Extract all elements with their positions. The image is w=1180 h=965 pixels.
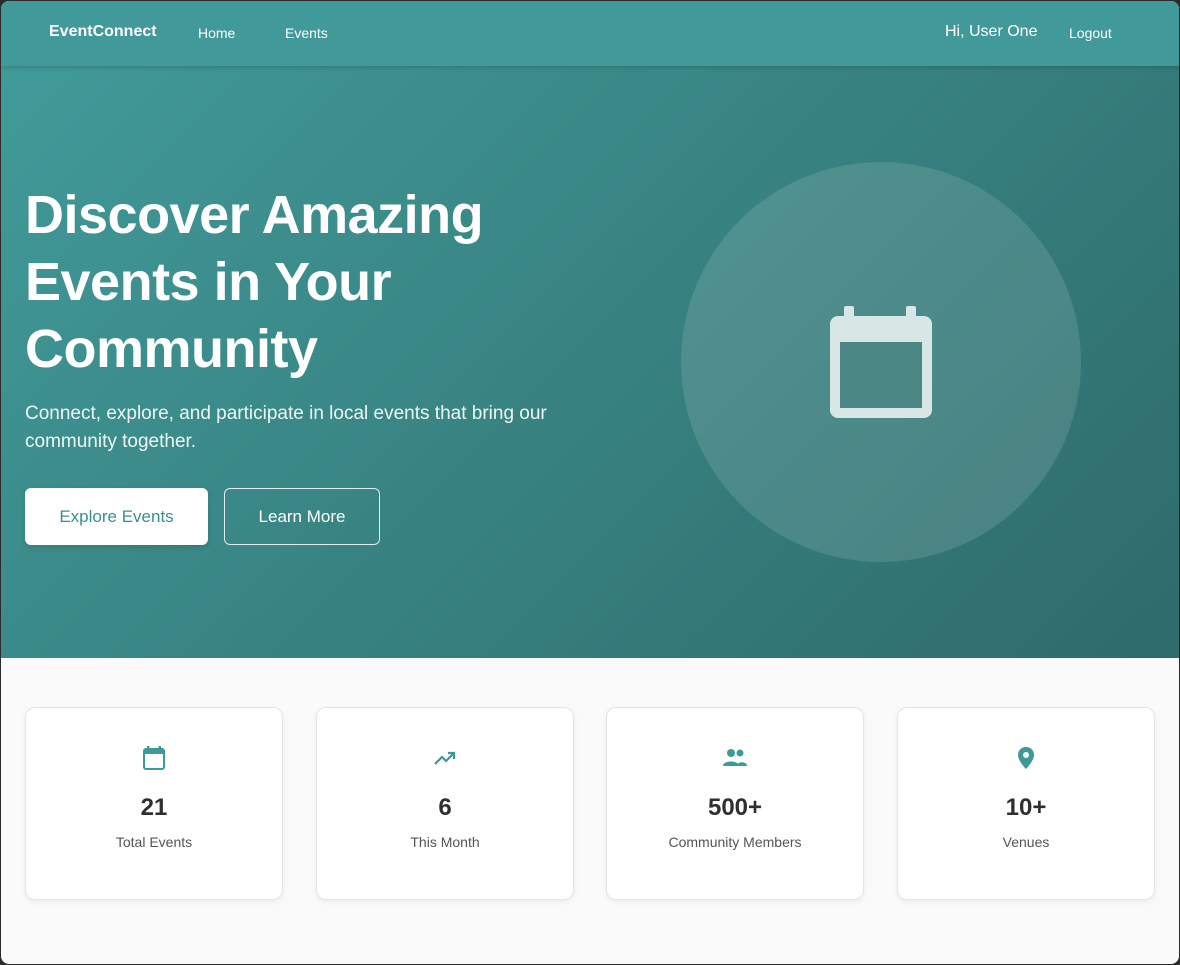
- calendar-icon: [830, 306, 932, 418]
- hero-subtitle: Connect, explore, and participate in loc…: [25, 403, 547, 452]
- calendar-icon: [143, 746, 165, 770]
- stat-value: 500+: [707, 794, 763, 821]
- learn-more-button[interactable]: Learn More: [224, 488, 380, 545]
- stat-card-venues: 10+ Venues: [897, 707, 1155, 900]
- stat-label: Community Members: [668, 834, 802, 850]
- stat-card-this-month: 6 This Month: [316, 707, 574, 900]
- people-icon: [723, 749, 747, 766]
- logout-button[interactable]: Logout: [1069, 25, 1112, 41]
- hero-section: Discover Amazing Events in Your Communit…: [1, 66, 1179, 658]
- nav-link-events[interactable]: Events: [285, 25, 328, 41]
- stat-value: 21: [140, 794, 168, 821]
- stat-card-total-events: 21 Total Events: [25, 707, 283, 900]
- brand-logo[interactable]: EventConnect: [49, 23, 157, 41]
- stat-label: This Month: [410, 834, 480, 850]
- nav-link-home[interactable]: Home: [198, 25, 235, 41]
- user-greeting: Hi, User One: [945, 23, 1038, 40]
- explore-events-button[interactable]: Explore Events: [25, 488, 208, 545]
- hero-illustration: [681, 162, 1081, 562]
- location-pin-icon: [1018, 747, 1034, 769]
- hero-title: Discover Amazing Events in Your Communit…: [25, 185, 484, 379]
- stat-card-community-members: 500+ Community Members: [606, 707, 864, 900]
- navbar: EventConnect Home Events Hi, User One Lo…: [1, 1, 1179, 66]
- stat-value: 10+: [1005, 794, 1047, 821]
- stat-value: 6: [438, 794, 452, 821]
- stat-label: Venues: [1002, 834, 1050, 850]
- stat-label: Total Events: [115, 834, 193, 850]
- trending-up-icon: [434, 751, 456, 765]
- app-window: EventConnect Home Events Hi, User One Lo…: [1, 1, 1179, 964]
